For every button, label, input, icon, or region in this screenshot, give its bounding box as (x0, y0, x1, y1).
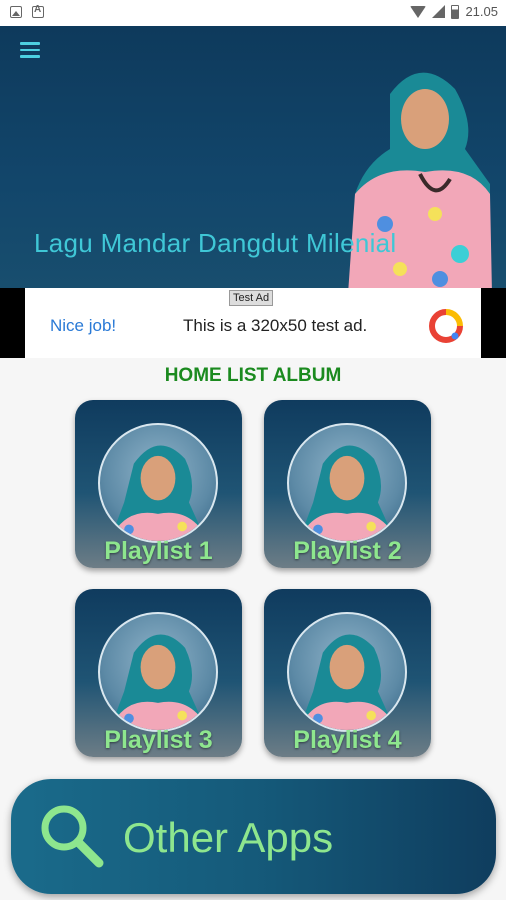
playlist-3-label: Playlist 3 (104, 726, 213, 754)
playlist-2-avatar (287, 423, 407, 543)
playlist-3-avatar (98, 612, 218, 732)
other-apps-button[interactable]: Other Apps (11, 779, 496, 894)
wifi-icon (410, 5, 427, 18)
clock: 21.05 (465, 4, 498, 19)
playlist-2-label: Playlist 2 (293, 537, 402, 565)
playlist-4-label: Playlist 4 (293, 726, 402, 754)
header-banner: Lagu Mandar Dangdut Milenial (0, 26, 506, 288)
playlist-4-avatar (287, 612, 407, 732)
section-title: HOME LIST ALBUM (164, 365, 342, 386)
playlist-card-4[interactable]: Playlist 4 (264, 589, 431, 757)
ad-logo-icon[interactable] (428, 308, 464, 344)
signal-icon (432, 5, 446, 18)
other-apps-label: Other Apps (123, 814, 334, 861)
playlist-card-1[interactable]: Playlist 1 (75, 400, 242, 568)
playlist-1-avatar (98, 423, 218, 543)
notification-icons (10, 4, 44, 18)
playlist-card-3[interactable]: Playlist 3 (75, 589, 242, 757)
status-bar: 21.05 (0, 0, 506, 26)
ad-tag: Test Ad (229, 290, 274, 306)
ad-description[interactable]: This is a 320x50 test ad. (183, 316, 367, 336)
playlist-1-label: Playlist 1 (104, 537, 213, 565)
ad-nice-text[interactable]: Nice job! (50, 316, 116, 336)
playlist-card-2[interactable]: Playlist 2 (264, 400, 431, 568)
hamburger-menu-icon[interactable] (20, 42, 40, 58)
app-title: Lagu Mandar Dangdut Milenial (34, 228, 397, 258)
app-notification-icon (32, 4, 44, 18)
image-notification-icon (10, 6, 22, 18)
battery-icon (451, 4, 460, 19)
search-icon (41, 805, 104, 868)
system-icons: 21.05 (410, 4, 498, 19)
